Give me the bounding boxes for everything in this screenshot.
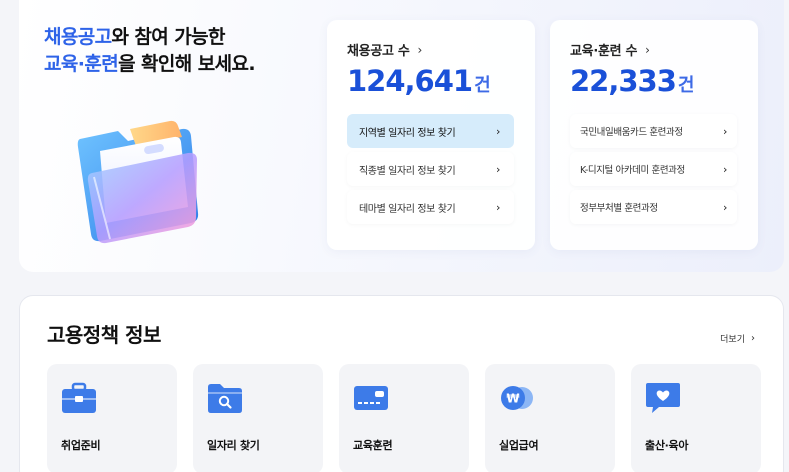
chevron-right-icon: ›	[645, 42, 650, 57]
tile-job-prep[interactable]: 취업준비	[47, 364, 177, 472]
headline-highlight-edu: 교육·훈련	[44, 53, 119, 75]
link-label: K-디지털 아카데미 훈련과정	[580, 165, 685, 176]
chevron-right-icon: ›	[496, 200, 500, 214]
employment-policy-section: 고용정책 정보 더보기 › 취업준비 일자리 찾기 교육훈련 ₩ 실업급여 출산…	[19, 295, 784, 472]
edu-count-number: 22,333	[570, 64, 677, 98]
chevron-right-icon: ›	[723, 162, 727, 176]
policy-section-title: 고용정책 정보	[47, 323, 161, 347]
tile-label: 교육훈련	[353, 439, 393, 452]
tile-unemployment-benefit[interactable]: ₩ 실업급여	[485, 364, 615, 472]
link-theme-jobs[interactable]: 테마별 일자리 정보 찾기 ›	[347, 190, 514, 224]
tile-label: 취업준비	[61, 439, 101, 452]
folder-icon	[77, 120, 199, 244]
chevron-right-icon: ›	[496, 124, 500, 138]
link-label: 정부부처별 훈련과정	[580, 203, 658, 214]
more-link[interactable]: 더보기 ›	[720, 332, 755, 345]
edu-count-unit: 건	[677, 75, 695, 96]
link-ministry-training[interactable]: 정부부처별 훈련과정 ›	[570, 190, 737, 224]
link-label: 테마별 일자리 정보 찾기	[359, 203, 456, 215]
link-occupation-jobs[interactable]: 직종별 일자리 정보 찾기 ›	[347, 152, 514, 186]
jobs-link-list: 지역별 일자리 정보 찾기 › 직종별 일자리 정보 찾기 › 테마별 일자리 …	[347, 114, 514, 228]
link-national-card-training[interactable]: 국민내일배움카드 훈련과정 ›	[570, 114, 737, 148]
edu-count-link[interactable]: 교육·훈련 수 ›	[570, 40, 650, 60]
jobs-count-link[interactable]: 채용공고 수 ›	[347, 40, 423, 60]
hero-headline: 채용공고와 참여 가능한 교육·훈련을 확인해 보세요.	[44, 24, 256, 78]
jobs-count-title: 채용공고 수	[347, 44, 410, 59]
tile-label: 출산·육아	[645, 439, 689, 452]
edu-stat-card: 교육·훈련 수 › 22,333 건 국민내일배움카드 훈련과정 › K-디지털 …	[550, 20, 758, 250]
tile-job-search[interactable]: 일자리 찾기	[193, 364, 323, 472]
headline-text-1: 와 참여 가능한	[111, 26, 226, 48]
tile-training[interactable]: 교육훈련	[339, 364, 469, 472]
chevron-right-icon: ›	[417, 42, 423, 57]
edu-count-value: 22,333 건	[570, 62, 694, 105]
jobs-count-unit: 건	[474, 75, 491, 96]
link-region-jobs[interactable]: 지역별 일자리 정보 찾기 ›	[347, 114, 514, 148]
tile-childbirth-parenting[interactable]: 출산·육아	[631, 364, 761, 472]
folder-search-icon	[208, 384, 242, 413]
link-label: 국민내일배움카드 훈련과정	[580, 127, 683, 138]
headline-text-2: 을 확인해 보세요.	[118, 53, 255, 75]
tile-label: 일자리 찾기	[207, 439, 260, 452]
briefcase-icon	[62, 382, 96, 413]
svg-text:₩: ₩	[506, 392, 520, 406]
link-label: 지역별 일자리 정보 찾기	[359, 127, 456, 139]
jobs-stat-card: 채용공고 수 › 124,641 건 지역별 일자리 정보 찾기 › 직종별 일자…	[327, 20, 535, 250]
heart-chat-icon	[646, 383, 680, 413]
chevron-right-icon: ›	[751, 333, 755, 344]
tile-label: 실업급여	[499, 439, 539, 452]
jobs-count-value: 124,641 건	[347, 62, 491, 105]
policy-tiles: 취업준비 일자리 찾기 교육훈련 ₩ 실업급여 출산·육아	[47, 364, 761, 472]
more-label: 더보기	[720, 335, 745, 345]
edu-count-title: 교육·훈련 수	[570, 44, 638, 59]
edu-link-list: 국민내일배움카드 훈련과정 › K-디지털 아카데미 훈련과정 › 정부부처별 …	[570, 114, 737, 228]
chevron-right-icon: ›	[496, 162, 500, 176]
chevron-right-icon: ›	[723, 124, 727, 138]
link-label: 직종별 일자리 정보 찾기	[359, 165, 456, 177]
jobs-count-number: 124,641	[347, 64, 473, 98]
won-coin-icon: ₩	[501, 386, 533, 410]
headline-highlight-jobs: 채용공고	[44, 26, 112, 48]
link-k-digital-academy[interactable]: K-디지털 아카데미 훈련과정 ›	[570, 152, 737, 186]
card-icon	[354, 386, 388, 410]
chevron-right-icon: ›	[723, 200, 727, 214]
